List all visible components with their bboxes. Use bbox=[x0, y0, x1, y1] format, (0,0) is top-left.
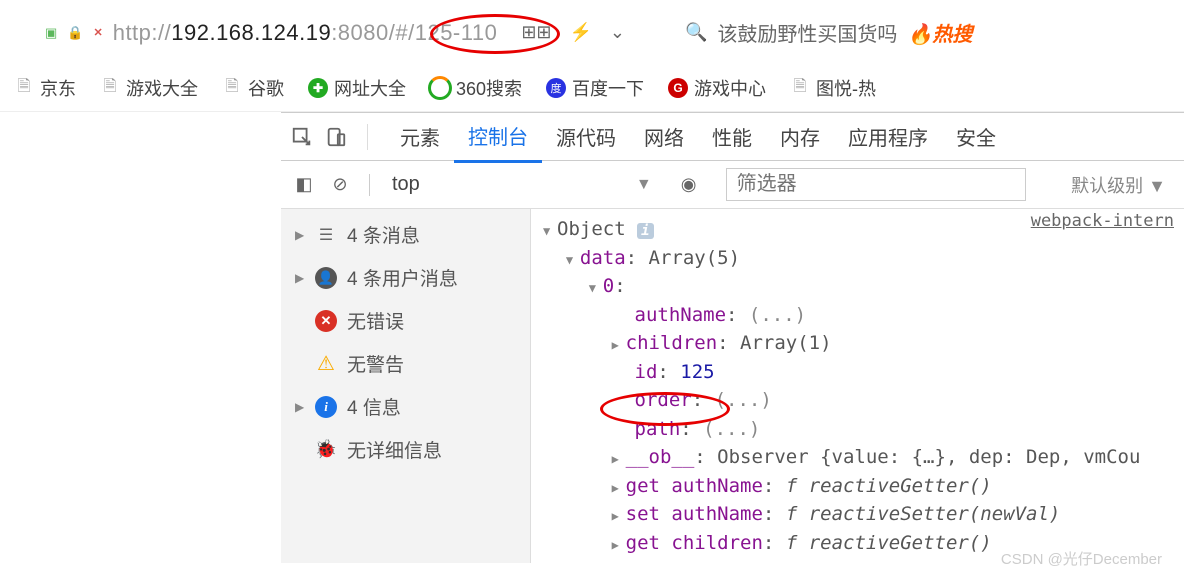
tab-elements[interactable]: 元素 bbox=[386, 112, 454, 161]
list-icon: ☰ bbox=[315, 224, 337, 246]
tab-memory[interactable]: 内存 bbox=[766, 112, 834, 161]
shield-icon: ▣ bbox=[45, 25, 57, 41]
bookmark-jd[interactable]: 🗎京东 bbox=[14, 75, 76, 101]
bookmark-gamecenter[interactable]: G游戏中心 bbox=[668, 75, 766, 101]
sidebar-user-messages[interactable]: ▶👤4 条用户消息 bbox=[281, 256, 530, 299]
bolt-icon[interactable]: ⚡ bbox=[570, 22, 592, 43]
search-box[interactable]: 🔍 该鼓励野性买国货吗 🔥热搜 bbox=[685, 18, 972, 47]
chevron-down-icon[interactable]: ⌄ bbox=[610, 22, 625, 43]
bookmark-google[interactable]: 🗎谷歌 bbox=[222, 75, 284, 101]
baidu-icon: 度 bbox=[546, 78, 566, 98]
360-search-icon bbox=[430, 78, 450, 98]
tab-security[interactable]: 安全 bbox=[942, 112, 1010, 161]
lock-icon: 🔒 bbox=[67, 25, 83, 41]
eye-icon[interactable]: ◉ bbox=[676, 174, 702, 195]
file-icon: 🗎 bbox=[100, 78, 120, 98]
360-guard-icon: ✚ bbox=[308, 78, 328, 98]
file-icon: 🗎 bbox=[790, 78, 810, 98]
game-icon: G bbox=[668, 78, 688, 98]
url-text[interactable]: http://192.168.124.19:8080/#/125-110 bbox=[113, 20, 498, 46]
info-icon: i bbox=[315, 396, 337, 418]
device-icon[interactable] bbox=[325, 126, 347, 148]
source-link[interactable]: webpack-intern bbox=[1031, 211, 1174, 231]
tab-application[interactable]: 应用程序 bbox=[834, 112, 942, 161]
address-bar: ▣ 🔒 ✕ http://192.168.124.19:8080/#/125-1… bbox=[0, 0, 1184, 65]
dropdown-icon[interactable]: ▼ bbox=[636, 176, 652, 194]
devtools-panel: 元素 控制台 源代码 网络 性能 内存 应用程序 安全 ◧ ⊘ top ▼ ◉ … bbox=[281, 112, 1184, 563]
search-suggestion: 该鼓励野性买国货吗 bbox=[717, 18, 897, 47]
bookmarks-bar: 🗎京东 🗎游戏大全 🗎谷歌 ✚网址大全 360搜索 度百度一下 G游戏中心 🗎图… bbox=[0, 65, 1184, 112]
tab-network[interactable]: 网络 bbox=[630, 112, 698, 161]
filter-input[interactable] bbox=[726, 168, 1026, 201]
level-selector[interactable]: 默认级别 ▼ bbox=[1071, 172, 1166, 198]
tab-sources[interactable]: 源代码 bbox=[542, 112, 630, 161]
bookmark-360so[interactable]: 360搜索 bbox=[430, 75, 522, 101]
blocked-icon: ✕ bbox=[93, 26, 102, 39]
search-icon: 🔍 bbox=[685, 22, 707, 43]
context-selector[interactable]: top bbox=[386, 171, 426, 198]
sidebar-toggle-icon[interactable]: ◧ bbox=[291, 174, 317, 195]
tab-performance[interactable]: 性能 bbox=[698, 112, 766, 161]
console-sidebar: ▶☰4 条消息 ▶👤4 条用户消息 ✕无错误 ⚠无警告 ▶i4 信息 🐞无详细信… bbox=[281, 209, 531, 563]
bookmark-360wz[interactable]: ✚网址大全 bbox=[308, 75, 406, 101]
tab-console[interactable]: 控制台 bbox=[454, 111, 542, 163]
devtools-tabs: 元素 控制台 源代码 网络 性能 内存 应用程序 安全 bbox=[281, 113, 1184, 161]
file-icon: 🗎 bbox=[222, 78, 242, 98]
sidebar-verbose[interactable]: 🐞无详细信息 bbox=[281, 428, 530, 471]
bookmark-tuyue[interactable]: 🗎图悦-热 bbox=[790, 75, 876, 101]
bug-icon: 🐞 bbox=[315, 439, 337, 461]
hot-search-tag[interactable]: 🔥热搜 bbox=[907, 18, 972, 47]
sidebar-warnings[interactable]: ⚠无警告 bbox=[281, 342, 530, 385]
console-toolbar: ◧ ⊘ top ▼ ◉ 默认级别 ▼ bbox=[281, 161, 1184, 209]
watermark: CSDN @光仔December bbox=[1001, 548, 1162, 569]
bookmark-baidu[interactable]: 度百度一下 bbox=[546, 75, 644, 101]
sidebar-errors[interactable]: ✕无错误 bbox=[281, 299, 530, 342]
file-icon: 🗎 bbox=[14, 78, 34, 98]
sidebar-messages[interactable]: ▶☰4 条消息 bbox=[281, 213, 530, 256]
qr-icon[interactable]: ⊞⊞ bbox=[521, 22, 551, 43]
error-icon: ✕ bbox=[315, 310, 337, 332]
bookmark-games[interactable]: 🗎游戏大全 bbox=[100, 75, 198, 101]
user-icon: 👤 bbox=[315, 267, 337, 289]
sidebar-info[interactable]: ▶i4 信息 bbox=[281, 385, 530, 428]
info-badge-icon[interactable]: i bbox=[637, 223, 653, 239]
inspect-icon[interactable] bbox=[291, 126, 313, 148]
clear-icon[interactable]: ⊘ bbox=[327, 174, 353, 195]
console-output[interactable]: webpack-intern ▼Object i ▼data: Array(5)… bbox=[531, 209, 1184, 563]
warning-icon: ⚠ bbox=[315, 353, 337, 375]
